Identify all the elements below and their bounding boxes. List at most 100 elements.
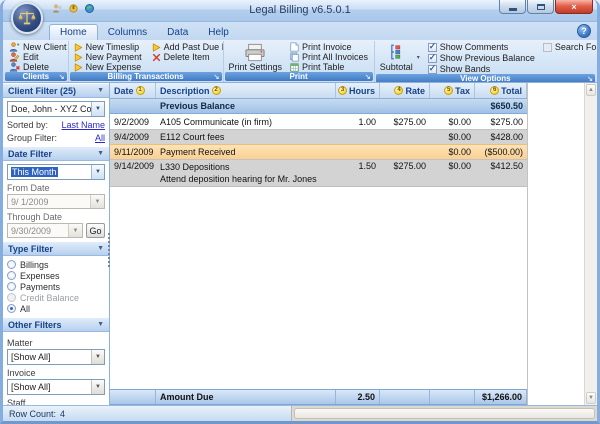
checkbox-checked-icon [428,65,437,74]
window-controls: × [499,0,593,14]
date-filter-header[interactable]: Date Filter ▼ [3,146,109,161]
dropdown-arrow-icon[interactable]: ▼ [91,165,104,179]
chevron-down-icon: ▼ [97,150,104,157]
ribbon-group-clients: New Client Edit Delete Clients ↘ [4,41,69,82]
print-settings-button[interactable]: Print Settings [227,42,285,72]
new-timeslip-button[interactable]: New Timeslip [72,42,144,52]
horizontal-scrollbar-thumb[interactable] [294,408,595,419]
view-options-group-caption: View Options ↘ [376,74,595,82]
column-order-badge: 3 [338,86,347,95]
radio-billings[interactable]: Billings [7,259,105,270]
invoice-select[interactable]: [Show All] ▼ [7,379,105,395]
dialog-launcher-icon[interactable]: ↘ [587,75,593,82]
table-row[interactable]: 9/4/2009 E112 Court fees $0.00 $428.00 [110,129,527,144]
table-right-edge [527,83,528,405]
payment-received-row[interactable]: 9/11/2009 Payment Received $0.00 ($500.0… [110,144,527,159]
subtotal-dropdown-arrow-icon[interactable]: ▾ [417,54,420,61]
amount-due-footer-row: Amount Due 2.50 $1,266.00 [110,389,527,405]
person-edit-icon [9,52,20,62]
go-button[interactable]: Go [86,223,105,238]
application-menu-button[interactable] [11,2,43,34]
app-window: Legal Billing v6.5.0.1 × Home Columns Da… [0,0,600,424]
row-count-label: Row Count: [9,409,56,419]
other-filters-header[interactable]: Other Filters ▼ [3,317,109,332]
column-header-description[interactable]: Description 2 [156,83,336,98]
show-bands-checkbox[interactable]: Show Bands [428,64,535,74]
help-button[interactable]: ? [577,24,591,38]
column-header-tax[interactable]: 5 Tax [430,83,475,98]
dialog-launcher-icon[interactable]: ↘ [365,73,371,81]
new-client-button[interactable]: New Client [7,42,69,52]
date-range-select[interactable]: This Month ▼ [7,164,105,180]
calendar-dropdown-icon[interactable]: ▼ [90,195,104,208]
subtotal-button[interactable]: Subtotal [378,42,415,72]
sorted-by-link[interactable]: Last Name [61,120,105,130]
print-table-button[interactable]: Print Table [288,62,370,72]
table-row[interactable]: 9/14/2009 L330 Depositions Attend deposi… [110,159,527,187]
row-comment: Attend deposition hearing for Mr. Jones [160,173,317,185]
matter-select[interactable]: [Show All] ▼ [7,349,105,365]
show-previous-balance-checkbox[interactable]: Show Previous Balance [428,53,535,63]
radio-credit-balance: Credit Balance [7,292,105,303]
row-count-value: 4 [60,409,65,419]
client-select[interactable]: Doe, John - XYZ Corporation ▼ [7,101,105,117]
sidebar-splitter-handle[interactable] [108,233,110,267]
scroll-down-icon[interactable]: ▼ [586,392,596,404]
tab-columns[interactable]: Columns [98,25,157,40]
new-payment-button[interactable]: New Payment [72,52,144,62]
group-filter-link[interactable]: All [95,133,105,143]
from-date-input[interactable]: 9/ 1/2009 ▼ [7,194,105,209]
delete-client-button[interactable]: Delete [7,62,69,72]
amount-due-label: Amount Due [156,390,336,404]
dropdown-arrow-icon[interactable]: ▼ [91,350,104,364]
new-expense-button[interactable]: New Expense [72,62,144,72]
close-button[interactable]: × [555,0,593,14]
column-header-date[interactable]: Date 1 [110,83,156,98]
through-date-input[interactable]: 9/30/2009 ▼ [7,223,83,238]
column-header-hours[interactable]: 3 Hours [336,83,380,98]
subtotal-outline-icon [388,42,405,62]
minimize-button[interactable] [499,0,526,14]
person-add-icon [9,42,20,52]
dialog-launcher-icon[interactable]: ↘ [59,73,65,81]
calendar-dropdown-icon[interactable]: ▼ [68,224,82,237]
radio-icon [7,293,16,302]
ribbon: New Client Edit Delete Clients ↘ [3,40,597,83]
radio-all[interactable]: All [7,303,105,314]
group-filter-label: Group Filter: [7,133,57,143]
maximize-button[interactable] [527,0,554,14]
main-area: Client Filter (25) ▼ Doe, John - XYZ Cor… [3,83,597,405]
client-filter-header[interactable]: Client Filter (25) ▼ [3,83,109,98]
horizontal-scrollbar[interactable] [291,406,597,421]
edit-client-button[interactable]: Edit [7,52,69,62]
checkbox-checked-icon [428,54,437,63]
minimize-icon [509,8,517,11]
search-footer-checkbox[interactable]: Search Footer [543,42,596,52]
tab-data[interactable]: Data [157,25,198,40]
client-filter-panel: Doe, John - XYZ Corporation ▼ Sorted by:… [3,98,109,146]
dialog-launcher-icon[interactable]: ↘ [214,73,220,81]
vertical-scrollbar[interactable]: ▲ ▼ [584,83,597,405]
add-past-due-interest-button[interactable]: Add Past Due Interest [150,42,224,52]
table-row[interactable]: 9/2/2009 A105 Communicate (in firm) 1.00… [110,114,527,129]
scroll-up-icon[interactable]: ▲ [586,84,596,96]
radio-payments[interactable]: Payments [7,281,105,292]
radio-expenses[interactable]: Expenses [7,270,105,281]
print-all-invoices-button[interactable]: Print All Invoices [288,52,370,62]
ribbon-tab-row: Home Columns Data Help ? [3,22,597,40]
column-order-badge: 6 [490,86,499,95]
date-filter-panel: This Month ▼ From Date 9/ 1/2009 ▼ Throu… [3,161,109,241]
radio-icon [7,282,16,291]
previous-balance-row[interactable]: Previous Balance $650.50 [110,99,527,114]
ribbon-group-billing-transactions: New Timeslip New Payment New Expense Add [69,41,224,82]
dropdown-arrow-icon[interactable]: ▼ [91,102,104,116]
tab-home[interactable]: Home [49,24,98,40]
print-invoice-button[interactable]: Print Invoice [288,42,370,52]
column-header-total[interactable]: 6 Total [475,83,527,98]
tab-help[interactable]: Help [198,25,239,40]
dropdown-arrow-icon[interactable]: ▼ [91,380,104,394]
delete-item-button[interactable]: Delete Item [150,52,224,62]
type-filter-header[interactable]: Type Filter ▼ [3,241,109,256]
column-header-rate[interactable]: 4 Rate [380,83,430,98]
show-comments-checkbox[interactable]: Show Comments [428,42,535,52]
